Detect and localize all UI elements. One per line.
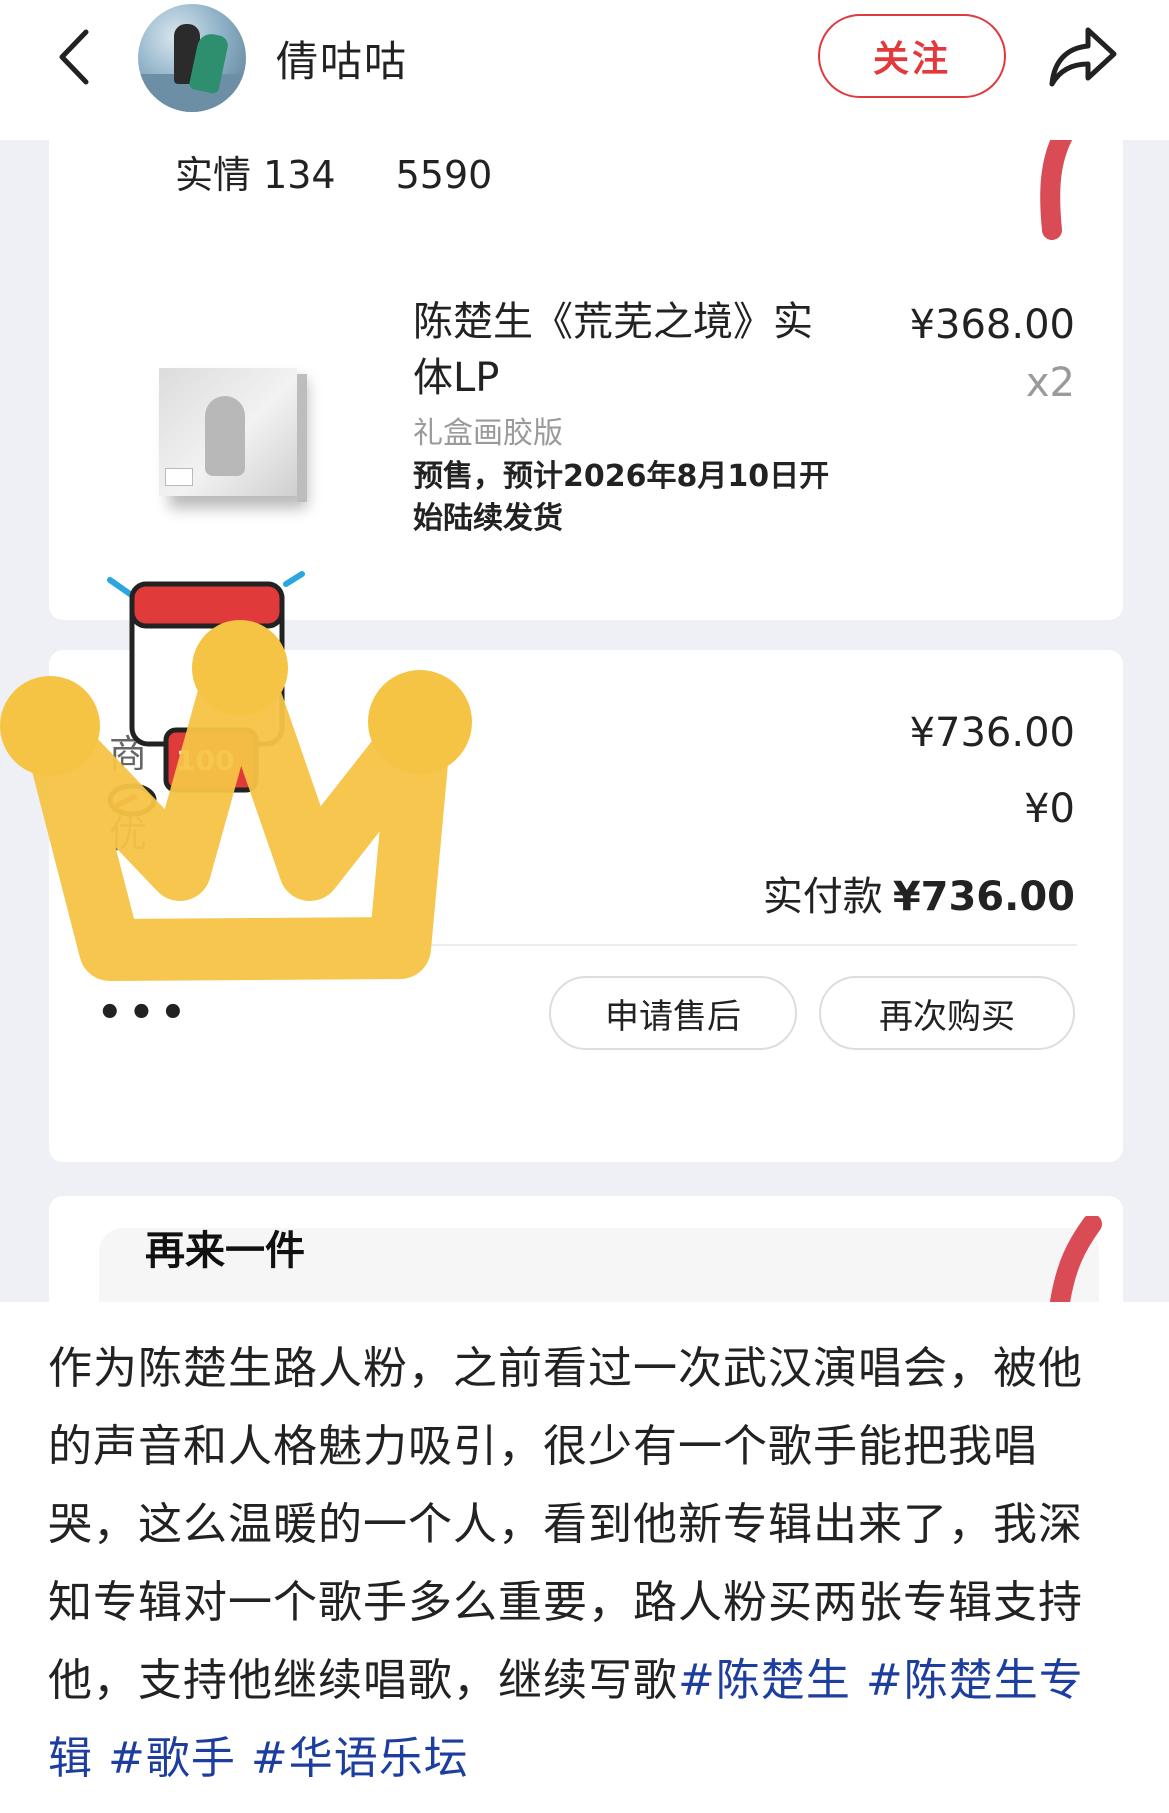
product-variant: 礼盒画胶版 [413, 416, 563, 451]
product-title: 陈楚生《荒芜之境》实体LP [413, 299, 813, 401]
red-scribble [1040, 140, 1073, 240]
crown-ball-middle [192, 620, 288, 716]
after-sale-button[interactable]: 申请售后 [549, 976, 797, 1050]
crown-ball-left [0, 676, 100, 776]
share-icon [1049, 27, 1117, 87]
post-body: 作为陈楚生路人粉，之前看过一次武汉演唱会，被他的声音和人格魅力吸引，很少有一个歌… [48, 1330, 1118, 1798]
cut-text: 实情 134 5590 [175, 144, 492, 199]
presale-note: 预售，预计2026年8月10日开始陆续发货 [413, 459, 830, 536]
buy-another-title: 再来一件 [145, 1228, 305, 1274]
actual-payment-label: 实付款 [762, 874, 883, 920]
lp-side [297, 374, 307, 502]
post-header: 倩咕咕 关注 [0, 0, 1169, 140]
hashtag[interactable]: #歌手 [108, 1733, 236, 1784]
hashtag[interactable]: #华语乐坛 [251, 1733, 469, 1784]
crown-ball-right [368, 670, 472, 774]
order-total: ¥736.00 [909, 710, 1075, 756]
buy-another-card[interactable]: 再来一件 [49, 1196, 1123, 1302]
order-screenshot: 实情 134 5590 陈楚生《荒芜之境》实体LP ¥368.00 x2 礼盒画胶… [0, 140, 1169, 1302]
lp-figure [205, 396, 245, 476]
red-scribble-2 [1050, 1216, 1102, 1302]
product-price: ¥368.00 [909, 302, 1075, 348]
follow-button[interactable]: 关注 [818, 14, 1006, 98]
lp-label [165, 468, 193, 486]
order-discount: ¥0 [1024, 786, 1075, 832]
buy-again-button[interactable]: 再次购买 [819, 976, 1075, 1050]
hashtag[interactable]: #陈楚生 [678, 1655, 851, 1706]
actual-payment: 实付款 ¥736.00 [763, 864, 1075, 922]
back-button[interactable] [48, 22, 108, 92]
cut-text-right: 5590 [395, 153, 493, 197]
avatar[interactable] [138, 4, 246, 112]
post-text: 作为陈楚生路人粉，之前看过一次武汉演唱会，被他的声音和人格魅力吸引，很少有一个歌… [48, 1343, 1083, 1706]
username[interactable]: 倩咕咕 [276, 28, 408, 89]
crown-sticker [0, 620, 472, 981]
product-thumbnail[interactable] [159, 368, 307, 502]
cut-text-left: 实情 134 [175, 153, 336, 197]
product-quantity: x2 [1025, 360, 1075, 406]
share-button[interactable] [1044, 22, 1120, 92]
actual-payment-amount: ¥736.00 [892, 874, 1075, 920]
chevron-left-icon [59, 29, 89, 85]
